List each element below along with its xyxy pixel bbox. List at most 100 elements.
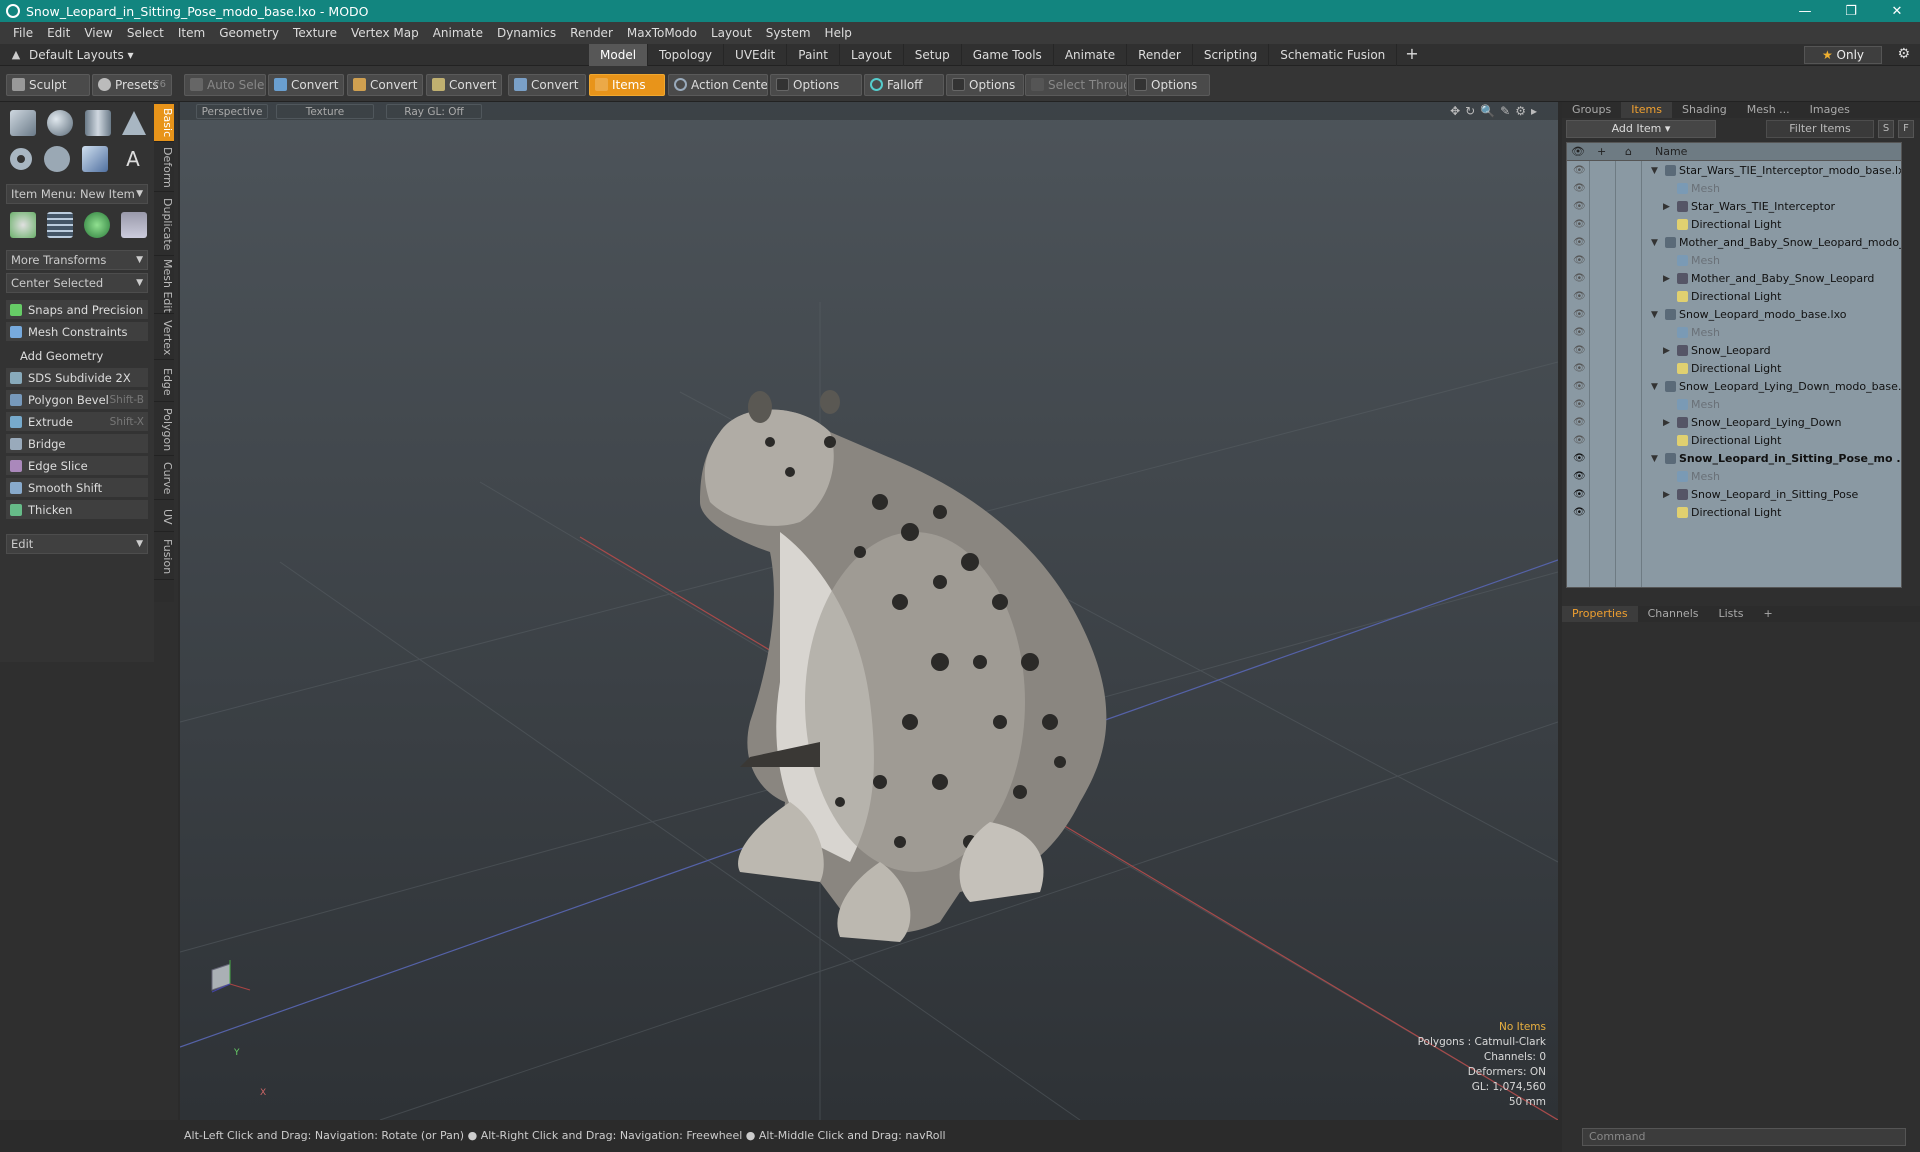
3d-viewport[interactable]: Y X Perspective Texture Ray GL: Off ✥↻🔍✎…	[180, 102, 1558, 1120]
options-button-1[interactable]: Options	[770, 74, 862, 96]
expand-arrow-icon[interactable]: ▶	[1663, 414, 1670, 432]
add-properties-tab-button[interactable]: +	[1753, 606, 1782, 622]
vtab-duplicate[interactable]: Duplicate	[154, 194, 174, 256]
visibility-eye-icon[interactable]: 👁	[1573, 468, 1586, 486]
visibility-eye-icon[interactable]: 👁	[1573, 324, 1586, 342]
menu-animate[interactable]: Animate	[426, 26, 490, 40]
menu-vertex-map[interactable]: Vertex Map	[344, 26, 426, 40]
tab-channels[interactable]: Channels	[1638, 606, 1709, 622]
menu-maxtomodo[interactable]: MaxToModo	[620, 26, 704, 40]
collapse-arrow-icon[interactable]: ▼	[1651, 378, 1658, 396]
sculpt-button[interactable]: Sculpt	[6, 74, 90, 96]
tree-row[interactable]: 👁 ▶ Snow_Leopard	[1567, 342, 1901, 360]
visibility-eye-icon[interactable]: 👁	[1573, 450, 1586, 468]
tab-layout[interactable]: Layout	[840, 43, 904, 66]
visibility-eye-icon[interactable]: 👁	[1573, 504, 1586, 522]
capsule-icon[interactable]	[44, 146, 70, 172]
tree-row[interactable]: 👁 Mesh	[1567, 180, 1901, 198]
collapse-arrow-icon[interactable]: ▼	[1651, 306, 1658, 324]
tab-uvedit[interactable]: UVEdit	[724, 43, 788, 66]
action-center-button[interactable]: Action Center	[668, 74, 768, 96]
visibility-eye-icon[interactable]: 👁	[1573, 414, 1586, 432]
tree-row[interactable]: 👁 Directional Light	[1567, 216, 1901, 234]
vtab-vertex[interactable]: Vertex	[154, 316, 174, 360]
snaps-precision-button[interactable]: Snaps and Precision	[6, 300, 148, 320]
tree-row[interactable]: 👁 Mesh	[1567, 396, 1901, 414]
vtab-uv[interactable]: UV	[154, 502, 174, 532]
cylinder-icon[interactable]	[84, 110, 111, 136]
ray-gl-button[interactable]: Ray GL: Off	[386, 104, 482, 119]
menu-edit[interactable]: Edit	[40, 26, 77, 40]
view-perspective-button[interactable]: Perspective	[196, 104, 268, 119]
tab-render[interactable]: Render	[1127, 43, 1193, 66]
menu-view[interactable]: View	[77, 26, 119, 40]
scale-icon[interactable]	[120, 212, 147, 238]
snow-leopard-model[interactable]	[700, 390, 1107, 942]
tab-mesh[interactable]: Mesh ...	[1737, 102, 1800, 118]
menu-help[interactable]: Help	[818, 26, 859, 40]
visibility-column-icon[interactable]: 👁	[1571, 143, 1585, 161]
visibility-eye-icon[interactable]: 👁	[1573, 432, 1586, 450]
expand-arrow-icon[interactable]: ▶	[1663, 198, 1670, 216]
tree-row[interactable]: 👁 ▼ Mother_and_Baby_Snow_Leopard_modo_...	[1567, 234, 1901, 252]
tab-lists[interactable]: Lists	[1709, 606, 1754, 622]
tab-properties[interactable]: Properties	[1562, 606, 1638, 622]
expand-arrow-icon[interactable]: ▶	[1663, 342, 1670, 360]
visibility-eye-icon[interactable]: 👁	[1573, 288, 1586, 306]
tab-setup[interactable]: Setup	[904, 43, 962, 66]
visibility-eye-icon[interactable]: 👁	[1573, 180, 1586, 198]
center-selected-dropdown[interactable]: Center Selected ▼	[6, 273, 148, 293]
visibility-eye-icon[interactable]: 👁	[1573, 270, 1586, 288]
torus-icon[interactable]	[10, 148, 32, 170]
tree-row[interactable]: 👁 Mesh	[1567, 324, 1901, 342]
tree-row[interactable]: 👁 ▼ Star_Wars_TIE_Interceptor_modo_base.lx…	[1567, 162, 1901, 180]
name-column-header[interactable]: Name	[1655, 143, 1687, 161]
tree-row[interactable]: 👁 Directional Light	[1567, 288, 1901, 306]
command-input[interactable]: Command	[1582, 1128, 1906, 1146]
tool-smooth-shift[interactable]: Smooth Shift	[6, 478, 148, 498]
visibility-eye-icon[interactable]: 👁	[1573, 378, 1586, 396]
expand-arrow-icon[interactable]: ▶	[1663, 270, 1670, 288]
tool-extrude[interactable]: Extrude Shift-X	[6, 412, 148, 432]
convert-edge-button[interactable]: Convert	[347, 74, 423, 96]
tool-bridge[interactable]: Bridge	[6, 434, 148, 454]
transform-icon[interactable]	[9, 212, 36, 238]
tree-row[interactable]: 👁 Directional Light	[1567, 432, 1901, 450]
menu-geometry[interactable]: Geometry	[212, 26, 286, 40]
vtab-deform[interactable]: Deform	[154, 144, 174, 192]
add-tab-button[interactable]: +	[1397, 44, 1426, 66]
tree-row[interactable]: 👁 Directional Light	[1567, 504, 1901, 522]
tree-row[interactable]: 👁 Mesh	[1567, 468, 1901, 486]
render-column-icon[interactable]: ⌂	[1625, 143, 1632, 161]
item-tree[interactable]: 👁 + ⌂ Name 👁 ▼ Star_Wars_TIE_Interceptor_m…	[1566, 142, 1902, 588]
grid-icon[interactable]	[46, 212, 73, 238]
tree-row[interactable]: 👁 ▼ Snow_Leopard_modo_base.lxo	[1567, 306, 1901, 324]
item-menu-dropdown[interactable]: Item Menu: New Item ▼	[6, 184, 148, 204]
options-button-2[interactable]: Options	[946, 74, 1024, 96]
auto-select-button[interactable]: Auto Select	[184, 74, 266, 96]
tab-animate[interactable]: Animate	[1054, 43, 1128, 66]
shading-texture-button[interactable]: Texture	[276, 104, 374, 119]
tool-edge-slice[interactable]: Edge Slice	[6, 456, 148, 476]
vtab-basic[interactable]: Basic	[154, 104, 174, 142]
rotate-icon[interactable]	[83, 212, 110, 238]
s-button[interactable]: S	[1878, 120, 1894, 138]
default-layouts-dropdown[interactable]: Default Layouts ▾	[29, 48, 589, 62]
menu-select[interactable]: Select	[120, 26, 171, 40]
expand-arrow-icon[interactable]: ▶	[1663, 486, 1670, 504]
tree-row[interactable]: 👁 Directional Light	[1567, 360, 1901, 378]
options-button-3[interactable]: Options	[1128, 74, 1210, 96]
tab-items[interactable]: Items	[1621, 102, 1673, 118]
tab-shading[interactable]: Shading	[1672, 102, 1737, 118]
pen-icon[interactable]	[82, 146, 108, 172]
tree-row[interactable]: 👁 ▼ Snow_Leopard_Lying_Down_modo_base.lxo	[1567, 378, 1901, 396]
tool-thicken[interactable]: Thicken	[6, 500, 148, 520]
filter-items-input[interactable]: Filter Items	[1766, 120, 1874, 138]
menu-layout[interactable]: Layout	[704, 26, 759, 40]
visibility-eye-icon[interactable]: 👁	[1573, 342, 1586, 360]
sphere-icon[interactable]	[47, 110, 74, 136]
restore-button[interactable]: ❐	[1828, 0, 1874, 22]
text-icon[interactable]: A	[120, 146, 146, 172]
tree-row[interactable]: 👁 ▶ Star_Wars_TIE_Interceptor	[1567, 198, 1901, 216]
falloff-button[interactable]: Falloff	[864, 74, 944, 96]
